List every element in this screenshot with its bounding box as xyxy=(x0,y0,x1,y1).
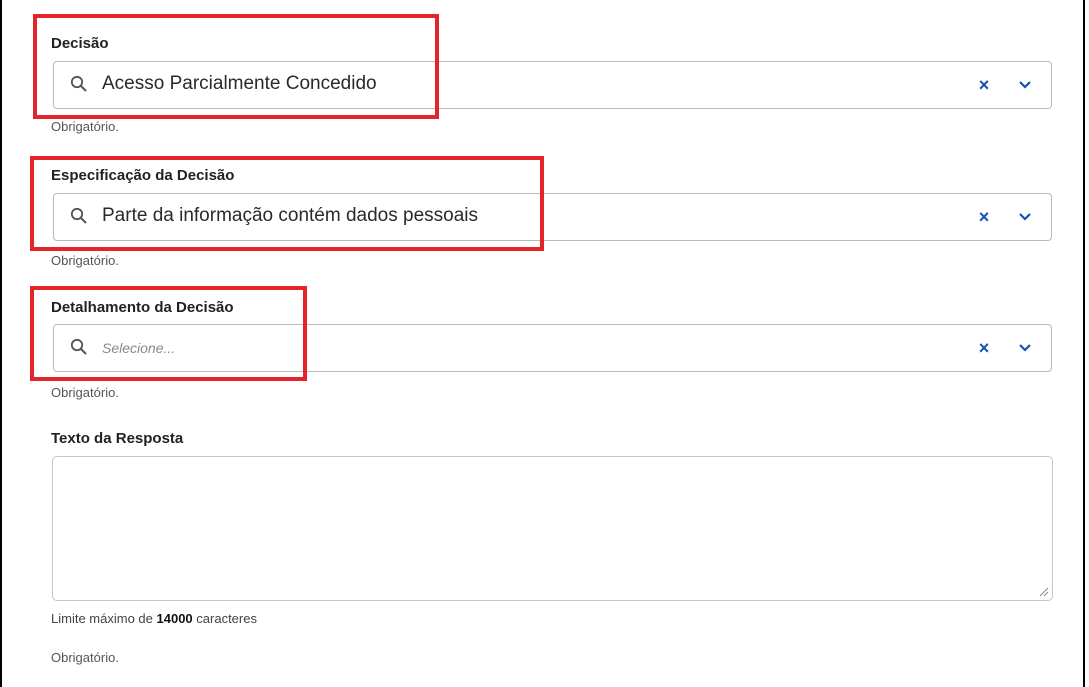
decision-required-hint: Obrigatório. xyxy=(51,119,119,134)
specification-select[interactable]: Parte da informação contém dados pessoai… xyxy=(53,193,1052,241)
decision-value: Acesso Parcialmente Concedido xyxy=(102,73,377,94)
specification-value: Parte da informação contém dados pessoai… xyxy=(102,205,478,226)
specification-label: Especificação da Decisão xyxy=(51,167,235,184)
search-icon xyxy=(70,207,87,224)
search-icon xyxy=(70,75,87,92)
detail-select[interactable]: Selecione... × xyxy=(53,324,1052,372)
decision-select[interactable]: Acesso Parcialmente Concedido × xyxy=(53,61,1052,109)
clear-icon[interactable]: × xyxy=(974,205,994,229)
specification-required-hint: Obrigatório. xyxy=(51,253,119,268)
search-icon xyxy=(70,338,87,355)
chevron-down-icon[interactable] xyxy=(1017,209,1033,225)
chevron-down-icon[interactable] xyxy=(1017,77,1033,93)
detail-label: Detalhamento da Decisão xyxy=(51,299,234,316)
detail-placeholder: Selecione... xyxy=(102,340,176,356)
response-required-hint: Obrigatório. xyxy=(51,650,119,665)
decision-label: Decisão xyxy=(51,35,109,52)
response-textarea[interactable] xyxy=(52,456,1053,601)
limit-suffix: caracteres xyxy=(196,611,257,626)
chevron-down-icon[interactable] xyxy=(1017,340,1033,356)
character-limit-text: Limite máximo de 14000 caracteres xyxy=(51,611,257,626)
clear-icon[interactable]: × xyxy=(974,73,994,97)
detail-required-hint: Obrigatório. xyxy=(51,385,119,400)
limit-prefix: Limite máximo de xyxy=(51,611,153,626)
resize-handle-icon[interactable] xyxy=(1039,587,1049,597)
limit-value: 14000 xyxy=(156,611,193,626)
clear-icon[interactable]: × xyxy=(974,336,994,360)
response-label: Texto da Resposta xyxy=(51,430,184,447)
